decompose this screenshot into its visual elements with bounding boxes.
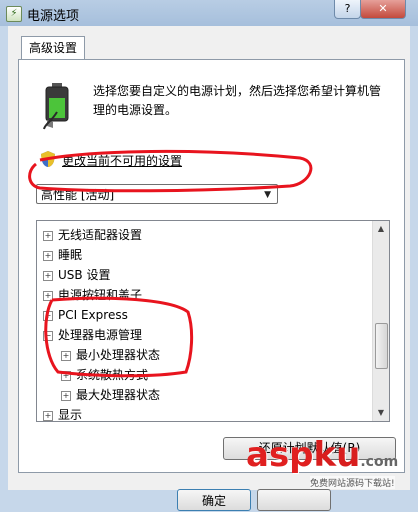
expand-icon[interactable]: + — [43, 291, 53, 301]
power-plan-select[interactable]: 高性能 [活动] ▼ — [36, 184, 278, 204]
tree-item-label: 无线适配器设置 — [58, 228, 143, 242]
expand-icon[interactable]: + — [43, 311, 53, 321]
description-text: 选择您要自定义的电源计划，然后选择您希望计算机管理的电源设置。 — [93, 84, 382, 117]
scroll-thumb[interactable] — [375, 323, 388, 369]
power-options-icon: ⚡ — [6, 6, 22, 22]
power-plan-value: 高性能 [活动] — [41, 188, 115, 202]
tree-item-label: 睡眠 — [58, 248, 83, 262]
tree-item[interactable]: − 处理器电源管理 — [37, 325, 371, 345]
tree-item-label: 系统散热方式 — [76, 368, 149, 382]
watermark-subtitle: 免费网站源码下载站! — [310, 476, 395, 489]
tree-item-label: 最大处理器状态 — [76, 388, 161, 402]
help-button[interactable]: ? — [334, 0, 361, 19]
ok-button[interactable]: 确定 — [177, 489, 251, 511]
settings-tree[interactable]: + 无线适配器设置 + 睡眠 + USB 设置 + 电源按钮和盖子 + PCI Express − 处… — [36, 220, 390, 422]
expand-icon[interactable]: + — [43, 231, 53, 241]
expand-icon[interactable]: + — [43, 251, 53, 261]
tree-item[interactable]: + 最小处理器状态 — [37, 345, 371, 365]
tree-item-label: 最小处理器状态 — [76, 348, 161, 362]
tree-item-label: 显示 — [58, 408, 83, 422]
expand-icon[interactable]: + — [43, 411, 53, 421]
tree-item-label: 处理器电源管理 — [58, 328, 143, 342]
tree-item[interactable]: + 最大处理器状态 — [37, 385, 371, 405]
tree-item[interactable]: + USB 设置 — [37, 265, 371, 285]
expand-icon[interactable]: + — [61, 391, 71, 401]
vertical-scrollbar[interactable]: ▲ ▼ — [372, 221, 389, 421]
tab-panel: 选择您要自定义的电源计划，然后选择您希望计算机管理的电源设置。 更改当前不可用的… — [18, 59, 405, 511]
tree-item-label: PCI Express — [58, 308, 128, 322]
expand-icon[interactable]: + — [43, 271, 53, 281]
tree-item-label: USB 设置 — [58, 268, 111, 282]
watermark-logo: aspku.com — [246, 435, 399, 475]
tab-advanced-settings[interactable]: 高级设置 — [21, 36, 85, 59]
tree-item[interactable]: + 显示 — [37, 405, 371, 422]
title-bar: ⚡ 电源选项 ? ✕ — [0, 0, 418, 26]
scroll-up-icon[interactable]: ▲ — [373, 221, 389, 237]
tree-item[interactable]: + 系统散热方式 — [37, 365, 371, 385]
dropdown-arrow-icon: ▼ — [264, 190, 271, 200]
tree-item[interactable]: + PCI Express — [37, 305, 371, 325]
dialog-body: 高级设置 选择您要自定义的电源计划，然后选择您希望计算机管理的电源设置。 更改当… — [8, 26, 410, 511]
tree-item[interactable]: + 无线适配器设置 — [37, 225, 371, 245]
battery-icon — [43, 83, 69, 130]
tree-item[interactable]: + 睡眠 — [37, 245, 371, 265]
close-button[interactable]: ✕ — [360, 0, 406, 19]
cancel-button[interactable] — [257, 489, 331, 511]
expand-icon[interactable]: + — [61, 371, 71, 381]
window-title: 电源选项 — [27, 9, 80, 24]
collapse-icon[interactable]: − — [43, 331, 53, 341]
shield-icon — [41, 151, 55, 167]
change-unavailable-settings-link[interactable]: 更改当前不可用的设置 — [62, 152, 182, 169]
tree-item[interactable]: + 电源按钮和盖子 — [37, 285, 371, 305]
expand-icon[interactable]: + — [61, 351, 71, 361]
scroll-down-icon[interactable]: ▼ — [373, 405, 389, 421]
tree-item-label: 电源按钮和盖子 — [58, 288, 143, 302]
